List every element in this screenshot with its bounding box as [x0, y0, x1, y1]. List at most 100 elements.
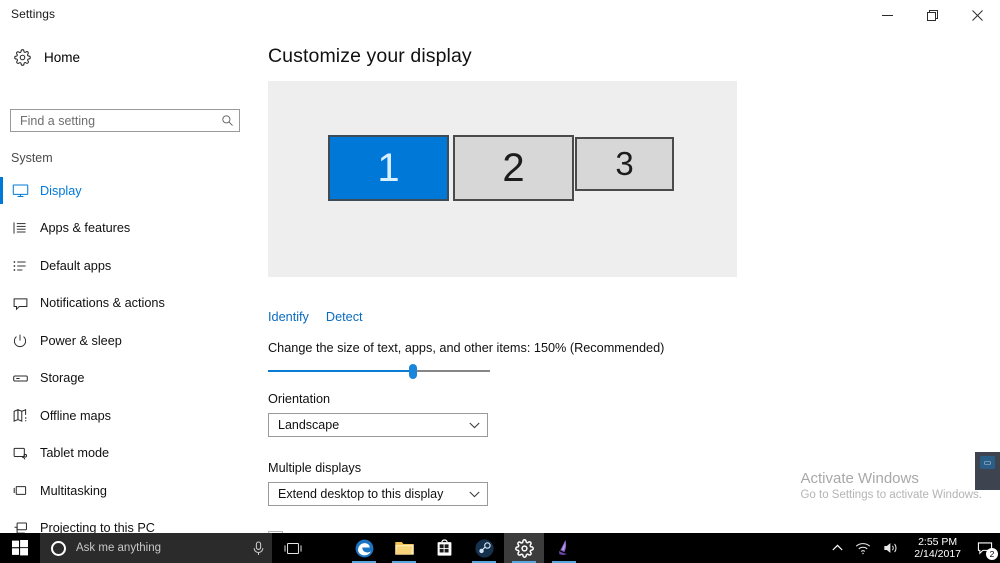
taskbar-clock[interactable]: 2:55 PM 2/14/2017	[905, 533, 970, 563]
file-explorer-icon	[394, 539, 415, 557]
scale-label: Change the size of text, apps, and other…	[268, 341, 664, 355]
watermark-subtitle: Go to Settings to activate Windows.	[800, 489, 982, 501]
tablet-icon	[0, 445, 40, 462]
monitor-tile-1-number: 1	[377, 146, 399, 191]
chevron-down-icon	[461, 491, 487, 498]
display-actions: Identify Detect	[268, 310, 363, 324]
scale-slider[interactable]	[268, 363, 490, 379]
search-input[interactable]	[11, 114, 215, 128]
chevron-down-icon	[461, 422, 487, 429]
sidebar-item-multitasking[interactable]: Multitasking	[0, 472, 250, 510]
slider-thumb[interactable]	[409, 364, 417, 379]
taskbar-app-microsoft-edge[interactable]	[344, 533, 384, 563]
start-button[interactable]	[0, 533, 40, 563]
wizard-hat-icon	[554, 538, 574, 558]
task-view-button[interactable]	[272, 533, 314, 563]
minimize-button[interactable]	[865, 0, 910, 30]
network-button[interactable]	[849, 533, 877, 563]
app-list-icon	[0, 220, 40, 236]
taskbar-app-settings[interactable]	[504, 533, 544, 563]
sidebar-item-storage-label: Storage	[40, 371, 84, 385]
clock-time: 2:55 PM	[918, 536, 957, 548]
gear-icon	[515, 539, 534, 558]
cortana-search-box[interactable]: Ask me anything	[40, 533, 272, 563]
sidebar-item-default-apps-label: Default apps	[40, 259, 111, 273]
task-view-icon	[283, 541, 303, 556]
sidebar-item-offline-maps[interactable]: Offline maps	[0, 397, 250, 435]
taskbar-app-wizard-app[interactable]	[544, 533, 584, 563]
sidebar-item-storage[interactable]: Storage	[0, 360, 250, 398]
desktop-peek-icon: ▭	[980, 456, 995, 469]
search-icon[interactable]	[215, 110, 239, 131]
monitor-tile-1[interactable]: 1	[328, 135, 449, 201]
sidebar-item-notifications-actions[interactable]: Notifications & actions	[0, 285, 250, 323]
multiple-displays-dropdown[interactable]: Extend desktop to this display	[268, 482, 488, 506]
sidebar-item-tablet-mode-label: Tablet mode	[40, 446, 109, 460]
steam-icon	[474, 538, 495, 559]
close-icon	[972, 10, 983, 21]
sidebar-item-offline-maps-label: Offline maps	[40, 409, 111, 423]
orientation-dropdown[interactable]: Landscape	[268, 413, 488, 437]
multiple-displays-label: Multiple displays	[268, 461, 361, 475]
sidebar-item-display-label: Display	[40, 184, 82, 198]
maximize-icon	[927, 10, 938, 21]
system-tray: 2:55 PM 2/14/2017 2	[826, 533, 1000, 563]
detect-link[interactable]: Detect	[326, 310, 363, 324]
orientation-label: Orientation	[268, 392, 330, 406]
monitor-tile-3-number: 3	[615, 145, 633, 183]
search-box[interactable]	[10, 109, 240, 132]
storage-icon	[0, 370, 40, 387]
notification-icon	[0, 295, 40, 312]
multitasking-icon	[0, 482, 40, 499]
microsoft-edge-icon	[354, 538, 375, 559]
identify-link[interactable]: Identify	[268, 310, 309, 324]
sidebar-item-power-sleep[interactable]: Power & sleep	[0, 322, 250, 360]
monitor-tile-2[interactable]: 2	[453, 135, 574, 201]
cortana-circle-icon	[51, 541, 66, 556]
sidebar-item-multitasking-label: Multitasking	[40, 484, 107, 498]
microsoft-store-icon	[435, 539, 454, 558]
sidebar: Home System Displ	[0, 30, 250, 533]
sidebar-item-display[interactable]: Display	[0, 172, 250, 210]
default-apps-icon	[0, 258, 40, 274]
microphone-icon[interactable]	[252, 533, 265, 563]
map-icon	[0, 407, 40, 424]
power-icon	[0, 333, 40, 349]
monitor-tile-2-number: 2	[502, 146, 524, 191]
sidebar-item-tablet-mode[interactable]: Tablet mode	[0, 435, 250, 473]
maximize-button[interactable]	[910, 0, 955, 30]
desktop-icon-peek: ▭	[975, 452, 1000, 490]
sidebar-section-label: System	[11, 151, 53, 165]
sidebar-item-notifications-actions-label: Notifications & actions	[40, 296, 165, 310]
display-arrangement-canvas[interactable]: 1 2 3	[268, 81, 737, 277]
activation-watermark: Activate Windows Go to Settings to activ…	[800, 470, 982, 501]
sidebar-item-default-apps[interactable]: Default apps	[0, 247, 250, 285]
sidebar-item-home[interactable]: Home	[0, 42, 250, 72]
main-content: Customize your display 1 2 3 Identify De…	[250, 30, 1000, 533]
taskbar-app-icons	[344, 533, 584, 563]
sidebar-nav-list: Display Apps & features	[0, 172, 250, 547]
notification-count-badge: 2	[986, 548, 998, 560]
sidebar-item-apps-features[interactable]: Apps & features	[0, 210, 250, 248]
settings-window: Settings	[0, 0, 1000, 533]
monitor-tile-3[interactable]: 3	[575, 137, 674, 191]
taskbar-app-file-explorer[interactable]	[384, 533, 424, 563]
taskbar: Ask me anything	[0, 533, 1000, 563]
monitor-icon	[0, 182, 40, 199]
multiple-displays-value: Extend desktop to this display	[269, 487, 461, 501]
sidebar-item-power-sleep-label: Power & sleep	[40, 334, 122, 348]
orientation-value: Landscape	[269, 418, 461, 432]
sidebar-item-apps-features-label: Apps & features	[40, 221, 130, 235]
wifi-icon	[855, 542, 871, 555]
volume-button[interactable]	[877, 533, 905, 563]
taskbar-app-microsoft-store[interactable]	[424, 533, 464, 563]
show-hidden-icons-button[interactable]	[826, 533, 849, 563]
window-title: Settings	[11, 7, 55, 21]
close-button[interactable]	[955, 0, 1000, 30]
clock-date: 2/14/2017	[914, 548, 961, 560]
action-center-button[interactable]: 2	[970, 533, 1000, 563]
sidebar-item-home-label: Home	[44, 50, 80, 65]
gear-icon	[0, 49, 44, 66]
chevron-up-icon	[832, 544, 843, 552]
taskbar-app-steam[interactable]	[464, 533, 504, 563]
